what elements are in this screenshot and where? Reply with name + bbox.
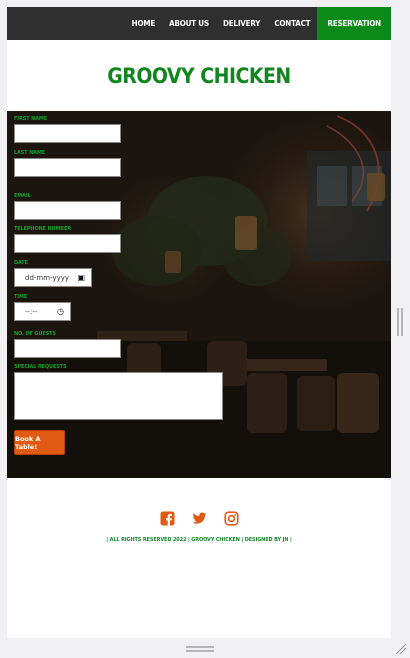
twitter-icon[interactable]	[192, 511, 207, 526]
book-table-button[interactable]: Book A Table!	[14, 430, 65, 455]
special-requests-textarea[interactable]	[14, 372, 223, 420]
date-label: DATE	[14, 260, 28, 266]
page-footer: | ALL RIGHTS RESERVED 2022 | GROOVY CHIC…	[7, 478, 391, 543]
top-nav: HOME ABOUT US DELIVERY CONTACT RESERVATI…	[7, 7, 391, 40]
facebook-icon[interactable]	[160, 511, 175, 526]
copyright-text: | ALL RIGHTS RESERVED 2022 | GROOVY CHIC…	[106, 537, 292, 543]
page-viewport: HOME ABOUT US DELIVERY CONTACT RESERVATI…	[7, 7, 391, 638]
first-name-input[interactable]	[14, 124, 121, 143]
corner-resize-icon[interactable]	[395, 643, 407, 655]
telephone-input[interactable]	[14, 234, 121, 253]
nav-delivery[interactable]: DELIVERY	[216, 7, 267, 40]
brand-header: GROOVY CHICKEN	[7, 40, 391, 111]
special-requests-label: SPECIAL REQUESTS	[14, 364, 67, 370]
nav-about-us[interactable]: ABOUT US	[162, 7, 216, 40]
social-links	[7, 511, 391, 526]
panel-resize-handle[interactable]	[397, 308, 403, 336]
date-placeholder: dd-mm-yyyy	[25, 273, 70, 282]
date-input[interactable]: dd-mm-yyyy ▣	[14, 268, 92, 287]
bottom-resize-handle[interactable]	[186, 646, 214, 652]
nav-contact[interactable]: CONTACT	[267, 7, 317, 40]
time-label: TIME	[14, 294, 28, 300]
instagram-icon[interactable]	[223, 511, 239, 526]
guests-label: NO. OF GUESTS	[14, 331, 56, 337]
nav-home[interactable]: HOME	[125, 7, 162, 40]
email-label: EMAIL	[14, 193, 31, 199]
last-name-label: LAST NAME	[14, 150, 46, 156]
site-title: GROOVY CHICKEN	[107, 63, 291, 88]
reservation-hero: FIRST NAME LAST NAME EMAIL TELEPHONE NUM…	[7, 111, 391, 478]
clock-icon[interactable]: ◷	[57, 307, 64, 316]
telephone-label: TELEPHONE NUMBER	[14, 226, 71, 232]
last-name-input[interactable]	[14, 158, 121, 177]
nav-reservation[interactable]: RESERVATION	[317, 7, 391, 40]
time-input[interactable]: --:-- ◷	[14, 302, 71, 321]
time-placeholder: --:--	[25, 307, 38, 316]
email-input[interactable]	[14, 201, 121, 220]
first-name-label: FIRST NAME	[14, 116, 47, 122]
calendar-icon[interactable]: ▣	[77, 273, 85, 282]
guests-input[interactable]	[14, 339, 121, 358]
